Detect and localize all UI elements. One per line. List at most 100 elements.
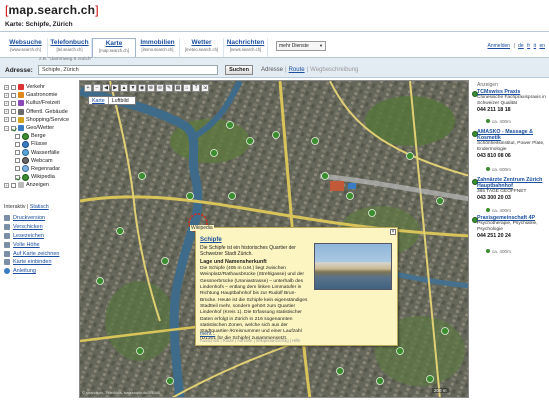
pan-right-button[interactable]: ▶ xyxy=(111,84,119,92)
close-icon[interactable]: × xyxy=(390,229,396,235)
grid-button[interactable]: ▦ xyxy=(174,84,182,92)
ad-title[interactable]: Zahnärzte Zentrum Zürich Hauptbahnhof xyxy=(477,177,547,189)
bookmark-icon xyxy=(4,232,10,239)
pin-icon xyxy=(486,167,490,171)
layer-oeffentl[interactable]: + Öffentl. Gebäude xyxy=(4,108,78,116)
layer-checkbox[interactable] xyxy=(11,182,16,188)
pan-left-button[interactable]: ◀ xyxy=(102,84,110,92)
layer-wikipedia[interactable]: Wikipedia xyxy=(4,173,78,181)
search-button[interactable]: Suchen xyxy=(225,65,253,75)
popup-more-link[interactable]: mehr... xyxy=(200,331,215,337)
static-mode-link[interactable]: Statisch xyxy=(30,204,49,210)
map-type-luftbild[interactable]: Luftbild xyxy=(109,97,132,104)
zoom-area-out-button[interactable]: ⊖ xyxy=(156,84,164,92)
lang-de-link[interactable]: de xyxy=(518,43,524,49)
layer-webcam[interactable]: Webcam xyxy=(4,157,78,165)
layer-checkbox[interactable] xyxy=(11,125,16,131)
layer-wasserfaelle[interactable]: Wasserfälle xyxy=(4,149,78,157)
center-button[interactable]: ◉ xyxy=(138,84,146,92)
address-mode-link[interactable]: Adresse xyxy=(261,67,283,73)
layer-checkbox[interactable] xyxy=(11,84,16,90)
shopping-icon xyxy=(18,116,24,123)
tab-nachrichten[interactable]: Nachrichten [news.search.ch] xyxy=(224,38,268,57)
map-scale: 200 m xyxy=(432,388,449,393)
help-button[interactable]: ? xyxy=(192,84,200,92)
tab-karte[interactable]: Karte [map.search.ch] xyxy=(92,38,136,57)
layer-checkbox[interactable] xyxy=(11,92,16,98)
pencil-icon xyxy=(4,250,10,257)
map-type-karte[interactable]: Karte xyxy=(89,97,109,104)
pan-down-button[interactable]: ▼ xyxy=(129,84,137,92)
login-link[interactable]: Anmelden xyxy=(488,43,511,49)
home-button[interactable]: ⌂ xyxy=(183,84,191,92)
layer-regenradar[interactable]: Regenradar xyxy=(4,165,78,173)
layer-checkbox[interactable] xyxy=(15,174,20,180)
bookmark-link[interactable]: Lesezeichen xyxy=(4,232,59,241)
pan-up-button[interactable]: ▲ xyxy=(120,84,128,92)
layer-verkehr[interactable]: + Verkehr xyxy=(4,83,78,91)
draw-on-map-link[interactable]: Auf Karte zeichnen xyxy=(4,249,59,258)
expand-icon[interactable]: + xyxy=(4,100,9,106)
popup-title[interactable]: Schipfe xyxy=(200,237,222,243)
help-link[interactable]: Anleitung xyxy=(4,267,59,276)
collapse-icon[interactable]: − xyxy=(4,125,9,131)
zoom-out-button[interactable]: − xyxy=(93,84,101,92)
popup-action-links[interactable]: Ausschnitt | Route | Adresse | Wikipedia… xyxy=(200,338,300,343)
layer-checkbox[interactable] xyxy=(15,141,20,147)
full-height-link[interactable]: Volle Höhe xyxy=(4,240,59,249)
route-link[interactable]: Route xyxy=(289,67,305,73)
tab-immobilien[interactable]: Immobilien [immo.search.ch] xyxy=(136,38,180,57)
lang-en-link[interactable]: en xyxy=(539,43,545,49)
address-hint: z.B. "dammweg 5 zürich" xyxy=(39,57,93,62)
send-link[interactable]: Verschicken xyxy=(4,223,59,232)
layer-checkbox[interactable] xyxy=(11,117,16,123)
popup-source-tag: Wikipedia xyxy=(190,225,214,231)
layer-geo-wetter[interactable]: − Geo/Wetter xyxy=(4,124,78,132)
lang-fr-link[interactable]: fr xyxy=(527,43,530,49)
layer-checkbox[interactable] xyxy=(15,166,20,172)
tab-wetter[interactable]: Wetter [meteo.search.ch] xyxy=(180,38,224,57)
expand-icon[interactable]: + xyxy=(4,117,9,123)
fullscreen-button[interactable]: ⇲ xyxy=(201,84,209,92)
layer-kultur[interactable]: + Kultur/Freizeit xyxy=(4,99,78,107)
layer-checkbox[interactable] xyxy=(11,109,16,115)
expand-icon[interactable]: + xyxy=(4,92,9,98)
layer-checkbox[interactable] xyxy=(15,150,20,156)
draw-button[interactable]: ✎ xyxy=(165,84,173,92)
site-logo[interactable]: [map.search.ch] xyxy=(5,3,99,17)
culture-icon xyxy=(18,100,24,107)
header-divider xyxy=(0,31,549,32)
zoom-in-button[interactable]: + xyxy=(84,84,92,92)
embed-map-link[interactable]: Karte einbinden xyxy=(4,258,59,267)
address-input[interactable]: Schipfe, Zürich xyxy=(38,65,218,75)
zoom-area-in-button[interactable]: ⊕ xyxy=(147,84,155,92)
ad-item[interactable]: TCMswiss Praxis Chinesische Fachpraxispr… xyxy=(477,89,547,114)
print-link[interactable]: Druckversion xyxy=(4,214,59,223)
layer-anzeigen[interactable]: + Anzeigen xyxy=(4,181,78,189)
layer-checkbox[interactable] xyxy=(15,133,20,139)
layer-checkbox[interactable] xyxy=(11,100,16,106)
layer-fluesse[interactable]: Flüsse xyxy=(4,140,78,148)
ad-item[interactable]: Zahnärzte Zentrum Zürich Hauptbahnhof 36… xyxy=(477,177,547,202)
expand-icon[interactable]: + xyxy=(4,109,9,115)
ad-distance: ca. 400m xyxy=(486,119,511,124)
layer-gastronomie[interactable]: + Gastronomie xyxy=(4,91,78,99)
more-services-select[interactable]: mehr Dienste ▼ xyxy=(276,41,326,51)
layer-tree: + Verkehr + Gastronomie + Kultur/Freizeit +… xyxy=(4,83,78,189)
ad-item[interactable]: AMASKO - Massage & Kosmetik Schönheitsin… xyxy=(477,129,547,160)
lang-it-link[interactable]: it xyxy=(534,43,537,49)
pin-icon xyxy=(486,208,490,212)
expand-icon[interactable]: + xyxy=(4,182,9,188)
ad-title[interactable]: AMASKO - Massage & Kosmetik xyxy=(477,129,547,141)
directions-link[interactable]: Wegbeschreibung xyxy=(310,67,358,73)
layer-checkbox[interactable] xyxy=(15,158,20,164)
tab-websuche[interactable]: Websuche [www.search.ch] xyxy=(4,38,48,57)
tab-telefonbuch[interactable]: Telefonbuch [tel.search.ch] xyxy=(48,38,92,57)
ads-label: Anzeigen xyxy=(477,82,498,88)
ad-phone: 044 211 18 18 xyxy=(477,106,511,113)
ad-item[interactable]: Praxisgemeinschaft 4P Psychotherapie, Ps… xyxy=(477,215,547,240)
layer-berge[interactable]: Berge xyxy=(4,132,78,140)
layer-shopping[interactable]: + Shopping/Service xyxy=(4,116,78,124)
expand-icon[interactable]: + xyxy=(4,84,9,90)
interactive-mode[interactable]: Interaktiv xyxy=(4,204,26,210)
